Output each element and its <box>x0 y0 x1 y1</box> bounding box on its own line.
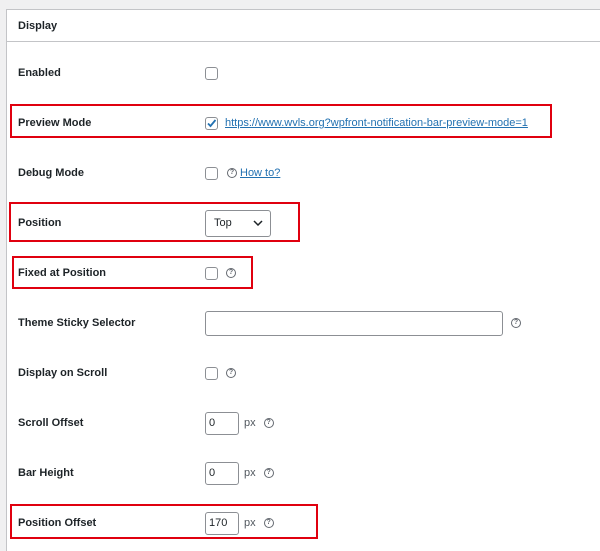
theme-sticky-selector-input[interactable] <box>205 310 503 336</box>
highlight-box-fixed-at-position <box>12 256 253 289</box>
setting-row-theme-sticky-selector: Theme Sticky Selector ? <box>7 298 600 348</box>
highlight-box-position-offset <box>10 504 318 539</box>
setting-row-bar-height: Bar Height 0 px ? <box>7 448 600 498</box>
bar-height-label: Bar Height <box>18 467 74 479</box>
setting-row-display-on-scroll: Display on Scroll ? <box>7 348 600 398</box>
highlight-box-position <box>9 202 300 242</box>
theme-sticky-selector-label: Theme Sticky Selector <box>18 317 136 329</box>
setting-row-scroll-offset: Scroll Offset 0 px ? <box>7 398 600 448</box>
help-circle-icon[interactable]: ? <box>511 318 521 328</box>
highlight-box-preview-mode <box>10 104 552 138</box>
help-circle-icon[interactable]: ? <box>226 368 236 378</box>
help-circle-icon[interactable]: ? <box>263 418 274 428</box>
debug-mode-checkbox[interactable] <box>205 166 218 180</box>
display-on-scroll-label: Display on Scroll <box>18 367 108 379</box>
section-title: Display <box>7 10 600 42</box>
display-on-scroll-checkbox[interactable] <box>205 366 218 380</box>
help-circle-icon[interactable]: ? <box>263 468 274 478</box>
setting-row-enabled: Enabled <box>7 48 600 98</box>
setting-row-debug-mode: Debug Mode ? How to? <box>7 148 600 198</box>
debug-mode-label: Debug Mode <box>18 167 84 179</box>
scroll-offset-input[interactable]: 0 <box>205 411 239 435</box>
debug-how-to-link[interactable]: How to? <box>240 167 280 179</box>
enabled-label: Enabled <box>18 67 61 79</box>
help-circle-icon[interactable]: ? <box>227 168 237 178</box>
scroll-offset-unit: px <box>244 417 256 429</box>
bar-height-input[interactable]: 0 <box>205 461 239 485</box>
scroll-offset-label: Scroll Offset <box>18 417 84 429</box>
enabled-checkbox[interactable] <box>205 66 218 80</box>
bar-height-unit: px <box>244 467 256 479</box>
